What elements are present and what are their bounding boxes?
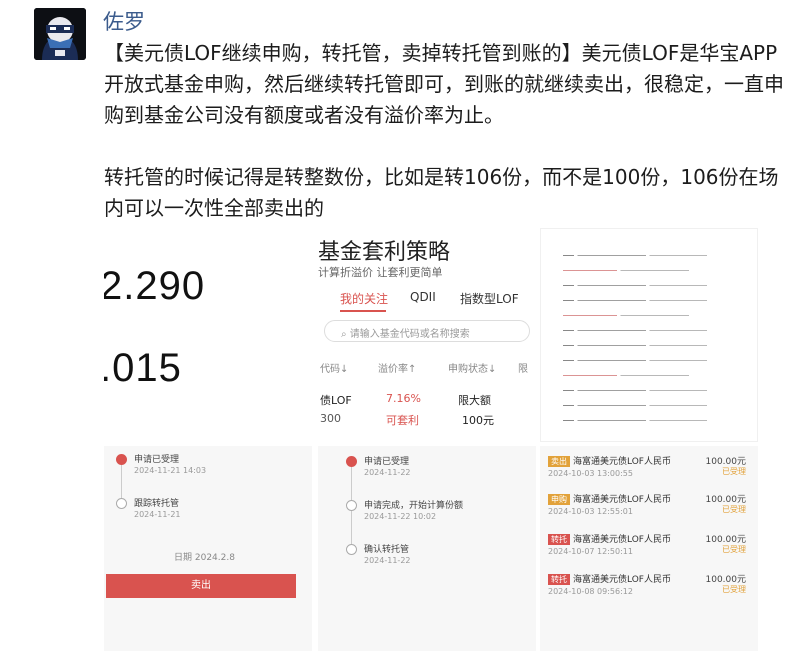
step-date: 2024-11-22: [364, 556, 411, 565]
step-date: 2024-11-21: [134, 510, 181, 519]
tile-subtitle: 计算折溢价 让套利更简单: [318, 266, 443, 279]
masked-ninja-icon: [34, 8, 86, 60]
avatar[interactable]: [34, 8, 86, 60]
record-tag: 卖出: [548, 456, 570, 467]
tile-title: 基金套利策略: [318, 240, 451, 265]
active-tab-underline: [340, 310, 386, 312]
record-tag: 转托: [548, 534, 570, 545]
screenshot-tile[interactable]: 卖出 海富通美元债LOF人民币 2024-10-03 13:00:55 100.0…: [540, 446, 758, 651]
step-done-icon: [346, 456, 357, 467]
column-header: 代码↓: [320, 364, 349, 375]
step-label: 申请已受理: [364, 457, 410, 467]
fund-name: 债LOF: [320, 394, 352, 407]
step-pending-icon: [346, 544, 357, 555]
tab-my-follow: 我的关注: [340, 292, 389, 306]
image-grid: 2.290 .015 基金套利策略 计算折溢价 让套利更简单 我的关注 QDII…: [104, 228, 758, 651]
step-done-icon: [116, 454, 127, 465]
username[interactable]: 佐罗: [103, 6, 145, 36]
step-date: 2024-11-21 14:03: [134, 466, 207, 475]
step-pending-icon: [346, 500, 357, 511]
tab-qdii: QDII: [410, 290, 436, 304]
column-header: 申购状态↓: [448, 364, 497, 375]
step-label: 确认转托管: [364, 545, 410, 555]
post-paragraph: 转托管的时候记得是转整数份，比如是转106份，而不是100份，106份在场内可以…: [104, 165, 779, 220]
record-tag: 转托: [548, 574, 570, 585]
price-value: .015: [104, 346, 182, 390]
screenshot-tile[interactable]: [540, 228, 758, 442]
screenshot-tile[interactable]: 申请已受理 2024-11-22 申请完成，开始计算份额 2024-11-22 …: [318, 446, 536, 651]
post-paragraph: 【美元债LOF继续申购，转托管，卖掉转托管到账的】美元债LOF是华宝APP开放式…: [104, 41, 784, 127]
subscribe-limit: 100元: [462, 414, 494, 427]
search-icon: ⌕: [341, 329, 350, 340]
premium-rate: 7.16%: [386, 392, 421, 405]
document-text-block: [563, 255, 743, 435]
column-header: 溢价率↑: [378, 364, 417, 375]
post-body: 【美元债LOF继续申购，转托管，卖掉转托管到账的】美元债LOF是华宝APP开放式…: [104, 38, 784, 224]
subscribe-status: 限大额: [458, 394, 491, 407]
transaction-record: 卖出 海富通美元债LOF人民币 2024-10-03 13:00:55 100.0…: [548, 456, 746, 478]
tab-index-lof: 指数型LOF: [460, 292, 519, 306]
step-label: 跟踪转托管: [134, 499, 180, 509]
info-text: 日期 2024.2.8: [174, 553, 235, 563]
screenshot-tile[interactable]: 申请已受理 2024-11-21 14:03 跟踪转托管 2024-11-21 …: [104, 446, 312, 651]
search-input: ⌕ 请输入基金代码或名称搜索: [324, 320, 530, 342]
record-tag: 申购: [548, 494, 570, 505]
column-header: 限: [518, 364, 528, 375]
step-date: 2024-11-22: [364, 468, 411, 477]
step-date: 2024-11-22 10:02: [364, 512, 437, 521]
transaction-record: 转托 海富通美元债LOF人民币 2024-10-07 12:50:11 100.0…: [548, 534, 746, 556]
price-value: 2.290: [104, 264, 206, 308]
step-pending-icon: [116, 498, 127, 509]
step-label: 申请已受理: [134, 455, 180, 465]
arbitrage-hint: 可套利: [386, 414, 419, 427]
screenshot-tile[interactable]: 基金套利策略 计算折溢价 让套利更简单 我的关注 QDII 指数型LOF ⌕ 请…: [318, 228, 536, 442]
transaction-record: 转托 海富通美元债LOF人民币 2024-10-08 09:56:12 100.0…: [548, 574, 746, 596]
fund-code: 300: [320, 412, 341, 425]
transaction-record: 申购 海富通美元债LOF人民币 2024-10-03 12:55:01 100.0…: [548, 494, 746, 516]
sell-button: 卖出: [106, 574, 296, 598]
screenshot-tile[interactable]: 2.290 .015: [104, 228, 312, 442]
step-label: 申请完成，开始计算份额: [364, 501, 464, 511]
